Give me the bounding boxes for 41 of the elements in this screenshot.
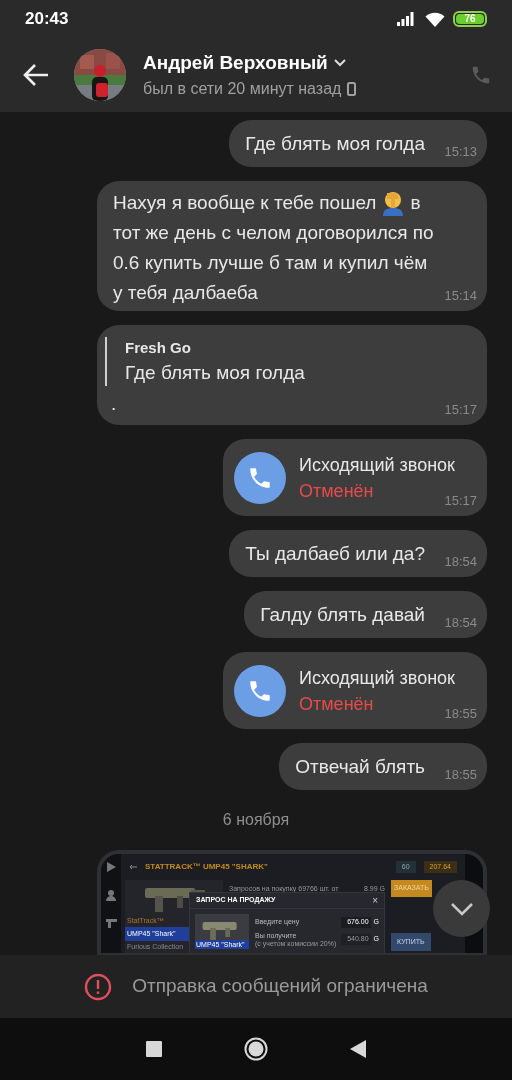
call-title: Исходящий звонок xyxy=(299,666,455,690)
signal-icon xyxy=(397,12,417,26)
person-icon xyxy=(106,890,116,901)
wifi-icon xyxy=(425,11,445,27)
online-status: был в сети 20 минут назад xyxy=(143,79,342,100)
battery-icon: 76 xyxy=(453,11,487,27)
message-time: 18:54 xyxy=(444,613,477,632)
phone-device-icon xyxy=(347,82,357,97)
play-icon xyxy=(106,862,116,872)
message-text: Галду блять давай xyxy=(260,602,425,627)
chevron-down-icon xyxy=(449,901,474,916)
message-text: тот же день с челом договорился по 0.6 купить лучше б там и купил чём у тебя далбаеба xyxy=(113,221,435,305)
back-arrow-icon xyxy=(129,864,137,870)
message-text: . xyxy=(111,392,117,414)
message-time: 15:14 xyxy=(444,286,477,305)
message-time: 18:55 xyxy=(444,765,477,784)
message-text: Отвечай блять xyxy=(295,754,425,779)
message-time: 18:55 xyxy=(444,704,477,723)
message-time: 15:13 xyxy=(444,142,477,161)
message-time: 15:17 xyxy=(444,491,477,510)
close-symbol[interactable]: × xyxy=(372,893,378,908)
item-title: STATTRACK™ UMP45 "SHARK" xyxy=(145,861,269,873)
back-button[interactable] xyxy=(350,1040,366,1058)
back-arrow-icon[interactable] xyxy=(22,63,50,87)
message-text: Нахуя я вообще к тебе пошел xyxy=(113,191,377,215)
message-time: 18:54 xyxy=(444,552,477,571)
image-attachment[interactable] xyxy=(97,850,487,955)
home-button[interactable] xyxy=(244,1037,268,1061)
alert-icon xyxy=(84,972,113,1001)
quote-author: Fresh Go xyxy=(125,338,192,358)
call-title: Исходящий звонок xyxy=(299,453,455,477)
message-text: Где блять моя голда xyxy=(245,131,425,156)
message-time: 15:17 xyxy=(444,400,477,419)
contact-name[interactable]: Андрей Верховный xyxy=(143,48,328,78)
clock: 20:43 xyxy=(25,8,69,31)
restriction-notice: Отправка сообщений ограничена xyxy=(132,974,428,999)
message-text: Ты далбаеб или да? xyxy=(245,541,425,566)
date-separator: 6 ноября xyxy=(222,810,290,830)
message-text: в xyxy=(410,191,421,215)
chevron-down-icon[interactable] xyxy=(333,59,346,67)
quoted-text: Где блять моя голда xyxy=(125,360,306,385)
